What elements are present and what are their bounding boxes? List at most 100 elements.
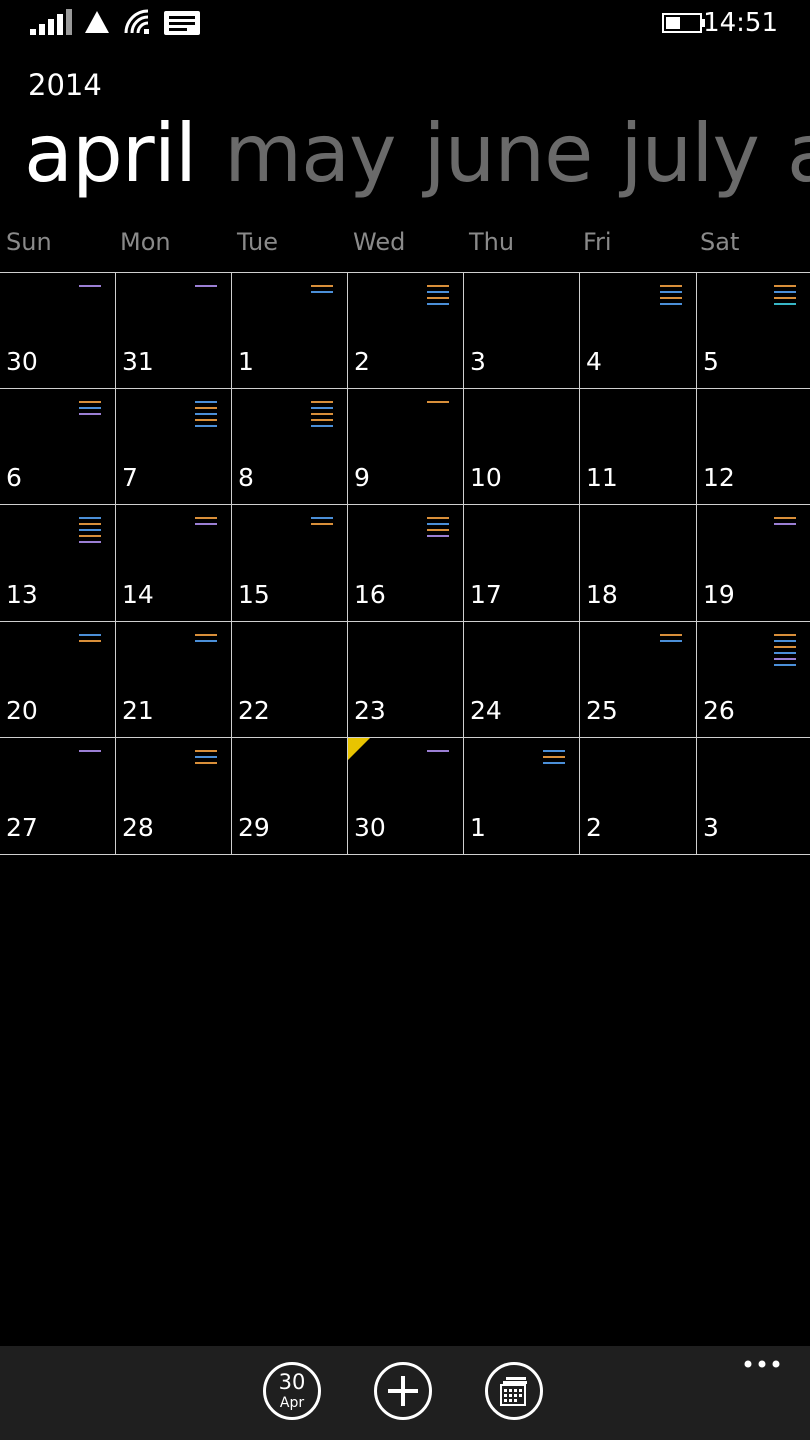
day-number: 13 (6, 580, 38, 609)
network-type-icon (85, 11, 109, 33)
day-cell[interactable]: 13 (0, 505, 116, 622)
day-cell[interactable]: 14 (116, 505, 232, 622)
today-button[interactable]: 30 Apr (263, 1362, 321, 1420)
message-notification-icon (164, 11, 200, 35)
day-cell[interactable]: 1 (232, 273, 348, 389)
day-cell[interactable]: 6 (0, 389, 116, 505)
day-number: 12 (703, 463, 735, 492)
event-indicator-line (195, 750, 217, 752)
day-cell[interactable]: 12 (697, 389, 810, 505)
event-indicator-line (427, 297, 449, 299)
wifi-icon (124, 9, 149, 34)
day-cell[interactable]: 2 (348, 273, 464, 389)
change-view-button[interactable] (485, 1362, 543, 1420)
event-indicators (311, 517, 333, 529)
day-number: 3 (703, 813, 719, 842)
day-cell[interactable]: 22 (232, 622, 348, 738)
event-indicator-line (79, 517, 101, 519)
day-cell[interactable]: 31 (116, 273, 232, 389)
day-number: 3 (470, 347, 486, 376)
day-cell[interactable]: 7 (116, 389, 232, 505)
day-cell[interactable]: 3 (697, 738, 810, 855)
day-number: 29 (238, 813, 270, 842)
event-indicator-line (311, 419, 333, 421)
day-cell[interactable]: 21 (116, 622, 232, 738)
weekday-wed: Wed (353, 228, 406, 256)
day-cell[interactable]: 18 (580, 505, 697, 622)
day-cell[interactable]: 26 (697, 622, 810, 738)
event-indicators (660, 285, 682, 309)
event-indicator-line (660, 634, 682, 636)
event-indicator-line (311, 291, 333, 293)
event-indicator-line (774, 646, 796, 648)
day-cell[interactable]: 4 (580, 273, 697, 389)
event-indicator-line (311, 401, 333, 403)
event-indicator-line (427, 523, 449, 525)
month-tab-july[interactable]: july (620, 104, 759, 204)
event-indicators (774, 285, 796, 309)
event-indicator-line (195, 756, 217, 758)
day-cell[interactable]: 24 (464, 622, 580, 738)
event-indicator-line (79, 413, 101, 415)
event-indicator-line (774, 664, 796, 666)
month-tab-june[interactable]: june (423, 104, 593, 204)
day-cell[interactable]: 3 (464, 273, 580, 389)
day-cell[interactable]: 9 (348, 389, 464, 505)
event-indicator-line (311, 413, 333, 415)
day-number: 28 (122, 813, 154, 842)
weekday-tue: Tue (237, 228, 278, 256)
day-cell[interactable]: 23 (348, 622, 464, 738)
day-cell[interactable]: 30 (0, 273, 116, 389)
event-indicator-line (660, 303, 682, 305)
event-indicator-line (543, 756, 565, 758)
month-tab-may[interactable]: may (224, 104, 396, 204)
day-number: 31 (122, 347, 154, 376)
day-number: 27 (6, 813, 38, 842)
day-cell[interactable]: 16 (348, 505, 464, 622)
day-cell[interactable]: 27 (0, 738, 116, 855)
day-cell[interactable]: 25 (580, 622, 697, 738)
today-button-month: Apr (279, 1395, 305, 1411)
month-pivot[interactable]: april mayjune july augu (24, 104, 810, 204)
day-cell[interactable]: 2 (580, 738, 697, 855)
event-indicators (79, 517, 101, 547)
event-indicator-line (195, 413, 217, 415)
signal-strength-icon (30, 9, 72, 35)
day-number: 1 (470, 813, 486, 842)
event-indicators (427, 517, 449, 541)
event-indicator-line (79, 750, 101, 752)
event-indicator-line (660, 285, 682, 287)
day-number: 6 (6, 463, 22, 492)
event-indicator-line (195, 419, 217, 421)
day-cell[interactable]: 29 (232, 738, 348, 855)
event-indicator-line (195, 762, 217, 764)
year-label: 2014 (28, 68, 102, 102)
calendar-view-icon (500, 1377, 527, 1406)
day-number: 17 (470, 580, 502, 609)
month-tab-april[interactable]: april (24, 104, 197, 204)
day-cell[interactable]: 17 (464, 505, 580, 622)
day-cell[interactable]: 30 (348, 738, 464, 855)
event-indicator-line (774, 285, 796, 287)
day-cell[interactable]: 19 (697, 505, 810, 622)
month-tab-august[interactable]: augu (787, 104, 810, 204)
event-indicator-line (311, 407, 333, 409)
day-cell[interactable]: 5 (697, 273, 810, 389)
day-cell[interactable]: 15 (232, 505, 348, 622)
status-bar: 14:51 (0, 0, 810, 48)
more-options-icon[interactable] (742, 1354, 782, 1374)
day-cell[interactable]: 1 (464, 738, 580, 855)
day-number: 22 (238, 696, 270, 725)
day-cell[interactable]: 8 (232, 389, 348, 505)
day-cell[interactable]: 20 (0, 622, 116, 738)
event-indicators (311, 401, 333, 431)
day-number: 11 (586, 463, 618, 492)
day-cell[interactable]: 28 (116, 738, 232, 855)
add-event-button[interactable] (374, 1362, 432, 1420)
day-number: 10 (470, 463, 502, 492)
day-cell[interactable]: 11 (580, 389, 697, 505)
event-indicator-line (195, 401, 217, 403)
day-number: 30 (354, 813, 386, 842)
day-number: 30 (6, 347, 38, 376)
day-cell[interactable]: 10 (464, 389, 580, 505)
